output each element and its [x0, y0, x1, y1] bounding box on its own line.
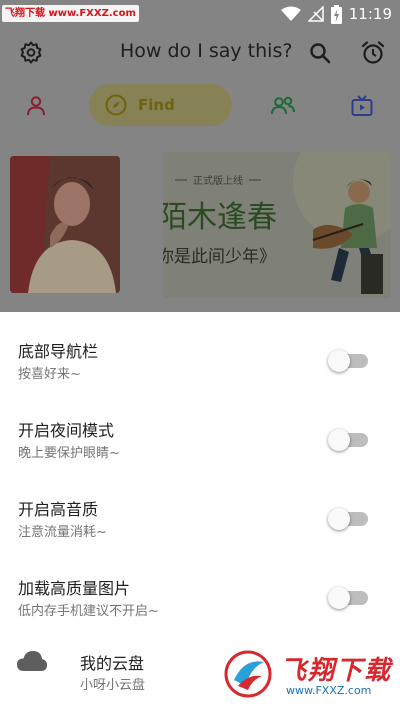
- tab-friends-icon[interactable]: [266, 89, 300, 123]
- setting-title: 开启夜间模式: [18, 421, 115, 440]
- banner-image-promo[interactable]: 正式版上线 陌木逢春 你是此间少年》: [163, 152, 391, 298]
- app-title: How do I say this?: [120, 40, 293, 62]
- setting-row-hq-images[interactable]: 加载高质量图片 低内存手机建议不开启~: [0, 557, 400, 637]
- hq-images-toggle[interactable]: [328, 585, 370, 609]
- setting-row-high-quality-audio[interactable]: 开启高音质 注意流量消耗~: [0, 478, 400, 558]
- status-time: 11:19: [348, 5, 392, 23]
- toggle-thumb: [328, 508, 350, 530]
- watermark-url: www.FXXZ.com: [286, 684, 372, 697]
- signal-icon: [307, 6, 324, 22]
- setting-subtitle: 注意流量消耗~: [18, 525, 107, 540]
- tab-tv-icon[interactable]: [345, 89, 379, 123]
- setting-row-bottom-nav[interactable]: 底部导航栏 按喜好来~: [0, 320, 400, 400]
- tab-find[interactable]: Find: [89, 84, 232, 126]
- status-icons: 11:19: [280, 0, 392, 28]
- battery-charging-icon: [330, 4, 342, 24]
- search-icon[interactable]: [303, 36, 337, 70]
- toggle-thumb: [328, 587, 350, 609]
- status-bar: 飞翔下载 www.FXXZ.com 11:19: [0, 0, 400, 28]
- watermark-bottom: 飞翔下载 www.FXXZ.com: [220, 646, 392, 702]
- watermark-logo-icon: [224, 650, 272, 698]
- tab-profile-icon[interactable]: [19, 89, 53, 123]
- toggle-thumb: [328, 429, 350, 451]
- setting-title: 开启高音质: [18, 500, 99, 519]
- watermark-brand: 飞翔下载: [280, 656, 393, 686]
- banner-subline: 你是此间少年》: [163, 247, 276, 267]
- wifi-icon: [280, 6, 301, 21]
- night-mode-toggle[interactable]: [328, 427, 370, 451]
- alarm-clock-icon[interactable]: [356, 36, 390, 70]
- banner-image-portrait[interactable]: [10, 156, 120, 293]
- bottom-nav-toggle[interactable]: [328, 348, 370, 372]
- app-background: How do I say this? Find 正式版上线 陌木逢春 你是此间少…: [0, 28, 400, 312]
- compass-icon: [105, 94, 127, 116]
- cloud-icon: [17, 651, 47, 671]
- banner-headline: 陌木逢春: [163, 200, 277, 235]
- tab-find-label: Find: [138, 96, 175, 114]
- settings-gear-icon[interactable]: [14, 36, 48, 70]
- setting-title: 加载高质量图片: [18, 579, 131, 598]
- setting-subtitle: 低内存手机建议不开启~: [18, 604, 159, 619]
- app-bar: How do I say this?: [0, 28, 400, 78]
- setting-row-night-mode[interactable]: 开启夜间模式 晚上要保护眼睛~: [0, 399, 400, 479]
- toggle-thumb: [328, 350, 350, 372]
- high-quality-audio-toggle[interactable]: [328, 506, 370, 530]
- cloud-subtitle: 小呀小云盘: [80, 678, 146, 693]
- setting-subtitle: 晚上要保护眼睛~: [18, 446, 120, 461]
- tab-row: Find: [0, 80, 400, 132]
- cloud-title: 我的云盘: [80, 654, 145, 673]
- banner-tag: 正式版上线: [193, 174, 243, 187]
- watermark-top: 飞翔下载 www.FXXZ.com: [2, 5, 139, 22]
- setting-subtitle: 按喜好来~: [18, 367, 81, 382]
- setting-title: 底部导航栏: [18, 342, 99, 361]
